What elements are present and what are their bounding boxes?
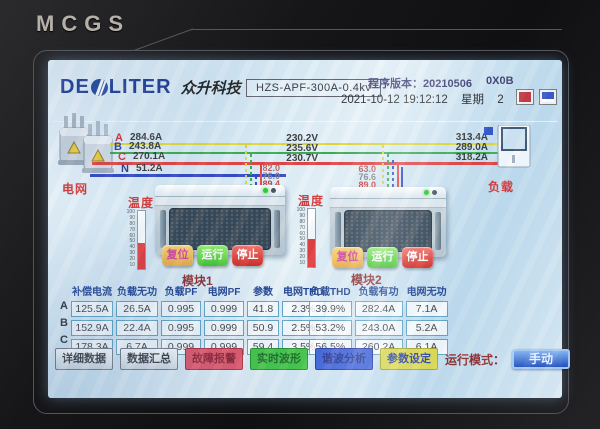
table-row-label-c: C — [60, 334, 68, 346]
module2-run-button[interactable]: 运行 — [367, 247, 398, 268]
datetime-display: 2021-10-12 19:12:12 星期 2 — [341, 91, 504, 107]
bezel-groove-top — [190, 29, 562, 30]
program-version-hex: 0X0B — [486, 75, 514, 87]
program-version: 程序版本：20210506 — [368, 75, 472, 91]
mcgs-brand-logo: MCGS — [36, 11, 130, 37]
neutral-current-label: N51.2A — [121, 163, 163, 175]
fault-alarm-button[interactable]: 故障报警 — [185, 348, 243, 370]
module2-reset-button[interactable]: 复位 — [332, 247, 363, 268]
module2-temp-gauge: 100908070605040302010 — [296, 208, 316, 268]
module2-table-header: 负载THD 负载有功 电网无功 — [309, 283, 448, 298]
table-row-label-a: A — [60, 300, 68, 312]
module2-stop-button[interactable]: 停止 — [402, 247, 433, 268]
alarm-icon[interactable] — [516, 89, 534, 105]
touch-panel-icon[interactable] — [539, 89, 557, 105]
module2-drop-phase-b — [387, 154, 389, 187]
module2-controls: 复位 运行 停止 — [332, 247, 433, 268]
module1-data-table: 补偿电流 负载无功 负载PF 电网PF 参数 电网THD 125.5A26.5A… — [68, 280, 328, 358]
module2-junction-values: 63.076.689.0 — [342, 165, 376, 189]
weekday-value: 2 — [497, 94, 503, 106]
transformer-graphic — [56, 112, 116, 182]
table-row: 39.9%282.4A7.1A — [309, 301, 448, 317]
module1-gauge-ticks: 100908070605040302010 — [126, 210, 135, 268]
table-row: 152.9A22.4A0.995 0.99950.92.5% — [71, 320, 325, 336]
logo-text-prefix: DE — [60, 76, 90, 99]
run-mode-label: 运行模式： — [445, 351, 505, 368]
header-divider — [52, 121, 558, 122]
module1-controls: 复位 运行 停止 — [162, 245, 263, 266]
load-label: 负载 — [488, 178, 514, 195]
module2-gauge-bar — [307, 208, 316, 268]
logo-text-suffix: LITER — [109, 76, 172, 99]
datetime-value: 2021-10-12 19:12:12 — [341, 94, 448, 106]
module1-stop-button[interactable]: 停止 — [232, 245, 263, 266]
data-summary-button[interactable]: 数据汇总 — [120, 348, 178, 370]
detail-data-button[interactable]: 详细数据 — [55, 348, 113, 370]
harmonic-analysis-button[interactable]: 谐波分析 — [315, 348, 373, 370]
table-row: 53.2%243.0A5.2A — [309, 320, 448, 336]
module1-run-button[interactable]: 运行 — [197, 245, 228, 266]
module2-data-table: 负载THD 负载有功 电网无功 39.9%282.4A7.1A 53.2%243… — [306, 280, 451, 358]
module1-reset-button[interactable]: 复位 — [162, 245, 193, 266]
realtime-wave-button[interactable]: 实时波形 — [250, 348, 308, 370]
grid-label: 电网 — [62, 180, 88, 197]
phase-c-voltage: 230.7V — [274, 153, 318, 164]
bezel-groove-diagonal — [135, 28, 194, 50]
module2-drop-phase-c — [397, 164, 399, 187]
weekday-label: 星期 — [461, 94, 484, 106]
vendor-logo-icon — [91, 79, 108, 96]
module1-table-header: 补偿电流 负载无功 负载PF 电网PF 参数 电网THD — [71, 283, 325, 298]
hmi-panel-photo: MCGS DE LITER 众升科技 HZS-APF-300A-0.4kv 程序… — [0, 0, 600, 429]
module2-drop-neutral — [392, 160, 394, 187]
run-mode-manual-button[interactable]: 手动 — [512, 349, 570, 369]
module1-temp-gauge: 100908070605040302010 — [126, 210, 146, 270]
parameter-setting-button[interactable]: 参数设定 — [380, 348, 438, 370]
vendor-logo: DE LITER 众升科技 — [60, 76, 241, 99]
vendor-name-chinese: 众升科技 — [181, 77, 241, 98]
module2-drop-blue — [401, 167, 403, 187]
module1-gauge-bar — [137, 210, 146, 270]
header-icon-buttons — [516, 89, 557, 105]
table-row: 125.5A26.5A0.995 0.99941.82.3% — [71, 301, 325, 317]
module2-drop-phase-a — [382, 145, 384, 187]
load-cabinet-graphic — [482, 125, 534, 173]
phase-c-current-label: C270.1A — [118, 151, 165, 163]
table-row-label-b: B — [60, 317, 68, 329]
hmi-screen: DE LITER 众升科技 HZS-APF-300A-0.4kv 程序版本：20… — [48, 60, 562, 398]
module2-gauge-ticks: 100908070605040302010 — [296, 208, 305, 266]
footer-nav-bar: 详细数据 数据汇总 故障报警 实时波形 谐波分析 参数设定 运行模式： 手动 — [55, 348, 556, 370]
